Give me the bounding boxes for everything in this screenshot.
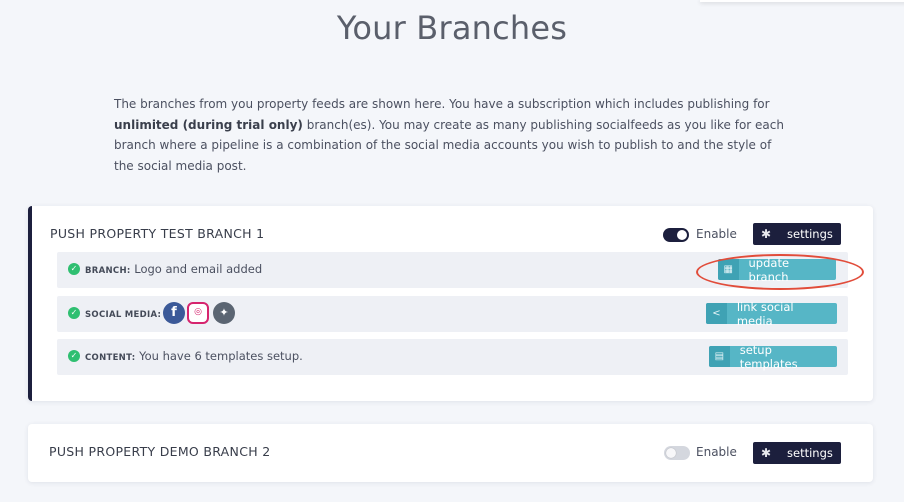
social-media-text: SOCIAL MEDIA: xyxy=(85,306,161,320)
intro-bold: unlimited (during trial only) xyxy=(114,117,303,132)
gear-icon: ✱ xyxy=(761,227,772,241)
settings-button[interactable]: ✱ settings xyxy=(753,442,841,464)
share-icon: < xyxy=(706,303,727,324)
check-circle-icon: ✓ xyxy=(68,263,80,275)
page-title: Your Branches xyxy=(336,9,568,47)
row-keyword: CONTENT: xyxy=(85,353,136,363)
document-icon: ▤ xyxy=(709,346,730,367)
enable-toggle[interactable] xyxy=(663,228,689,242)
branch-name: PUSH PROPERTY TEST BRANCH 1 xyxy=(50,226,265,241)
content-row: ✓ CONTENT: You have 6 templates setup. ▤… xyxy=(57,339,848,375)
link-social-media-button[interactable]: < link social media xyxy=(706,300,837,328)
intro-text: The branches from you property feeds are… xyxy=(114,94,784,176)
settings-label: settings xyxy=(787,227,833,241)
row-value: Logo and email added xyxy=(134,262,263,276)
enable-label: Enable xyxy=(696,445,737,459)
row-value: You have 6 templates setup. xyxy=(139,349,303,363)
branch-card-2: PUSH PROPERTY DEMO BRANCH 2 Enable ✱ set… xyxy=(28,424,873,482)
enable-label: Enable xyxy=(696,227,737,241)
branch-card-1: PUSH PROPERTY TEST BRANCH 1 Enable ✱ set… xyxy=(28,206,873,401)
check-circle-icon: ✓ xyxy=(68,350,80,362)
social-media-row: ✓ SOCIAL MEDIA: f ◎ ✦ < link social medi… xyxy=(57,296,848,332)
instagram-icon: ◎ xyxy=(187,302,209,324)
link-social-media-label: link social media xyxy=(736,299,794,328)
intro-part1: The branches from you property feeds are… xyxy=(114,97,770,111)
branch-name: PUSH PROPERTY DEMO BRANCH 2 xyxy=(49,444,271,459)
toggle-knob xyxy=(677,230,687,240)
setup-templates-button[interactable]: ▤ setup templates xyxy=(709,343,837,371)
enable-toggle[interactable] xyxy=(664,446,690,460)
highlight-ellipse xyxy=(696,254,864,290)
toggle-knob xyxy=(666,448,676,458)
settings-label: settings xyxy=(787,446,833,460)
settings-button[interactable]: ✱ settings xyxy=(753,223,841,245)
check-circle-icon: ✓ xyxy=(68,307,80,319)
row-keyword: SOCIAL MEDIA: xyxy=(85,310,162,320)
top-right-panel-edge xyxy=(700,0,904,2)
gear-icon: ✱ xyxy=(761,446,772,460)
row-keyword: BRANCH: xyxy=(85,266,131,276)
branch-status-text: BRANCH: Logo and email added xyxy=(85,262,262,276)
setup-templates-label: setup templates xyxy=(739,342,798,371)
twitter-icon: ✦ xyxy=(213,302,235,324)
content-text: CONTENT: You have 6 templates setup. xyxy=(85,349,303,363)
facebook-icon: f xyxy=(163,302,185,324)
